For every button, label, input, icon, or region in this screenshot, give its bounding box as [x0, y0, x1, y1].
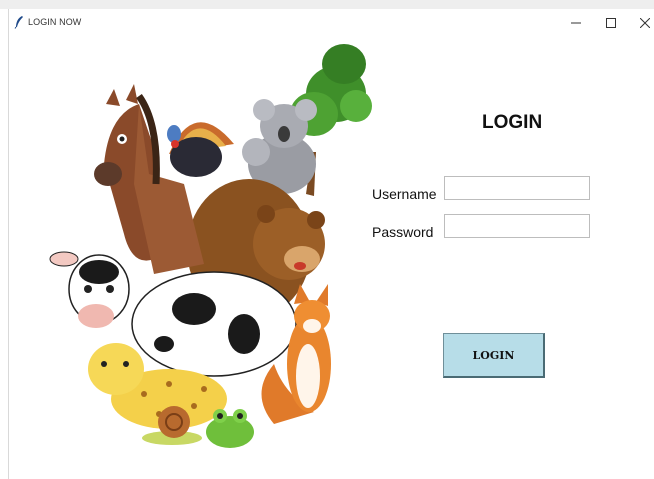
password-label: Password	[372, 224, 434, 240]
title-bar[interactable]: LOGIN NOW	[9, 9, 654, 35]
password-field[interactable]	[444, 214, 590, 238]
window-title: LOGIN NOW	[28, 17, 82, 27]
screen-top-strip	[0, 0, 654, 9]
minimize-button[interactable]	[561, 13, 591, 33]
close-button[interactable]	[630, 13, 654, 33]
login-heading: LOGIN	[482, 112, 543, 133]
feather-icon	[14, 16, 23, 29]
close-icon	[640, 18, 650, 28]
turkey-graphic	[167, 122, 234, 177]
login-button[interactable]: LOGIN	[443, 333, 545, 378]
username-field[interactable]	[444, 176, 590, 200]
animals-illustration	[49, 44, 372, 448]
minimize-icon	[571, 22, 581, 24]
horse-graphic	[94, 84, 204, 274]
username-label: Username	[372, 186, 437, 202]
frog-graphic	[206, 409, 254, 448]
maximize-button[interactable]	[596, 13, 626, 33]
maximize-icon	[606, 18, 616, 28]
